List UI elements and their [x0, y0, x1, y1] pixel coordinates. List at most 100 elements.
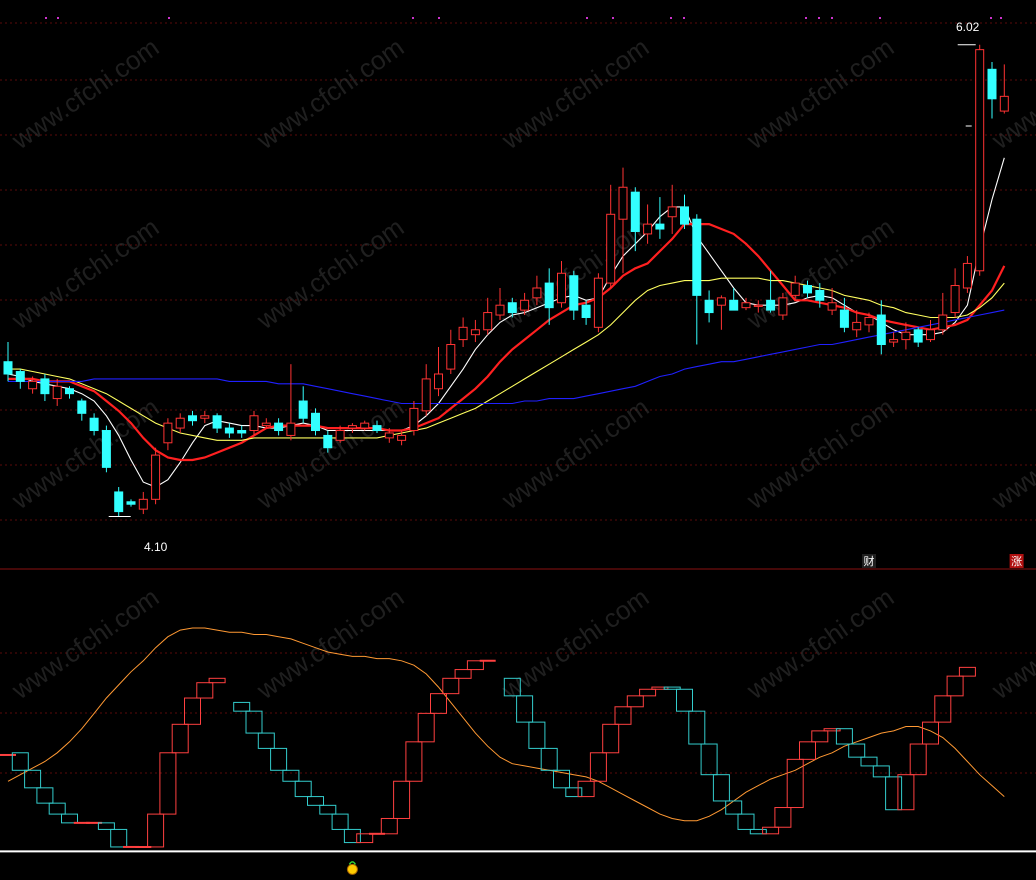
- candle-46: [569, 270, 579, 320]
- indicator-box-47: [577, 780, 595, 798]
- marker-0: 财: [862, 554, 876, 568]
- candle-56: [692, 214, 702, 345]
- indicator-box-32: [393, 780, 411, 819]
- candle-11: [138, 491, 148, 515]
- candle-54: [667, 184, 677, 234]
- indicator-box-24: [294, 780, 312, 798]
- candle-body: [458, 326, 468, 341]
- candle-body: [470, 329, 480, 336]
- indicator-box-38: [466, 660, 484, 671]
- indicator-box-59: [725, 800, 743, 815]
- watermark-14: www.cfchi.com: [5, 582, 164, 706]
- candle-body: [507, 302, 517, 314]
- candle-body: [557, 272, 566, 304]
- candle-body: [114, 491, 124, 513]
- indicator-box-12: [147, 813, 165, 848]
- indicator-box-46: [565, 787, 583, 798]
- indicator-box-22: [270, 747, 288, 771]
- indicator-box-28: [343, 828, 361, 844]
- watermark-2: www.cfchi.com: [495, 32, 654, 156]
- candle-3: [40, 374, 50, 402]
- candle-9: [114, 487, 124, 517]
- candle-body: [384, 432, 394, 439]
- candle-80: [987, 61, 997, 119]
- indicator-box-50: [614, 706, 632, 725]
- candle-body: [372, 425, 382, 432]
- watermark-3: www.cfchi.com: [740, 32, 899, 156]
- candle-body: [446, 344, 456, 370]
- candle-body: [864, 316, 874, 326]
- candle-72: [889, 332, 899, 347]
- indicator-box-36: [442, 677, 460, 695]
- indicator-box-26: [319, 804, 337, 815]
- candle-81: [999, 64, 1009, 114]
- indicator-box-23: [282, 769, 300, 782]
- indicator-box-20: [245, 710, 263, 734]
- candle-body: [520, 299, 530, 311]
- indicator-line: [7, 627, 1005, 822]
- candle-39: [483, 297, 493, 335]
- indicator-box-71: [872, 765, 890, 778]
- watermarks: www.cfchi.com www.cfchi.com www.cfchi.com w…: [5, 32, 1036, 706]
- watermark-17: www.cfchi.com: [740, 582, 899, 706]
- candle-40: [495, 288, 505, 320]
- candle-body: [15, 371, 25, 382]
- watermark-5: www.cfchi.com: [5, 212, 164, 336]
- indicator-box-51: [626, 695, 644, 708]
- candle-body: [815, 289, 825, 301]
- candle-body: [3, 361, 13, 375]
- candle-35: [434, 346, 443, 397]
- candle-body: [803, 285, 812, 294]
- candle-57: [704, 290, 714, 323]
- candle-body: [630, 191, 640, 232]
- top-dot-10: [818, 17, 820, 19]
- candle-79: [975, 44, 985, 276]
- indicator-box-72: [885, 776, 903, 811]
- top-dot-2: [168, 17, 170, 19]
- watermark-6: www.cfchi.com: [250, 212, 409, 336]
- candle-body: [778, 297, 788, 316]
- candle-body: [766, 299, 776, 311]
- indicator-box-17: [208, 677, 226, 684]
- watermark-7: www.cfchi.com: [495, 212, 654, 336]
- high-price-label: 6.02: [956, 20, 980, 34]
- indicator-box-3: [36, 787, 54, 804]
- indicator-box-70: [860, 756, 878, 767]
- indicator-box-55: [676, 688, 693, 712]
- candle-body: [839, 309, 849, 328]
- indicator-box-33: [405, 741, 423, 782]
- indicator-box-21: [257, 732, 275, 749]
- candle-body: [581, 304, 591, 318]
- candle-body: [618, 186, 628, 220]
- candle-18: [224, 423, 234, 438]
- candle-19: [237, 425, 247, 438]
- candle-17: [212, 413, 222, 433]
- candle-body: [495, 304, 505, 316]
- indicator-box-73: [897, 774, 915, 811]
- indicator-box-35: [430, 693, 447, 714]
- candle-body: [593, 277, 603, 328]
- chart-root: www.cfchi.com www.cfchi.com www.cfchi.com w…: [0, 0, 1036, 880]
- candle-body: [40, 378, 50, 395]
- top-dot-12: [879, 17, 881, 19]
- candle-body: [962, 262, 972, 289]
- candle-body: [52, 385, 62, 400]
- candlesticks: [3, 44, 1009, 517]
- indicator-box-16: [196, 682, 214, 699]
- indicator-box-66: [811, 730, 829, 743]
- candle-0: [3, 342, 13, 382]
- indicator-box-60: [737, 813, 755, 830]
- candle-body: [667, 206, 677, 218]
- candle-body: [224, 427, 234, 434]
- indicator-box-57: [700, 743, 718, 776]
- watermark-1: www.cfchi.com: [250, 32, 409, 156]
- candle-body: [655, 223, 665, 230]
- candle-33: [409, 401, 419, 436]
- candle-body: [926, 329, 935, 341]
- indicator-box-43: [528, 721, 546, 749]
- candle-body: [409, 407, 419, 432]
- candle-23: [286, 364, 296, 441]
- markers: 财涨: [862, 554, 1024, 568]
- indicator-box-56: [688, 710, 706, 745]
- candle-body: [151, 454, 161, 500]
